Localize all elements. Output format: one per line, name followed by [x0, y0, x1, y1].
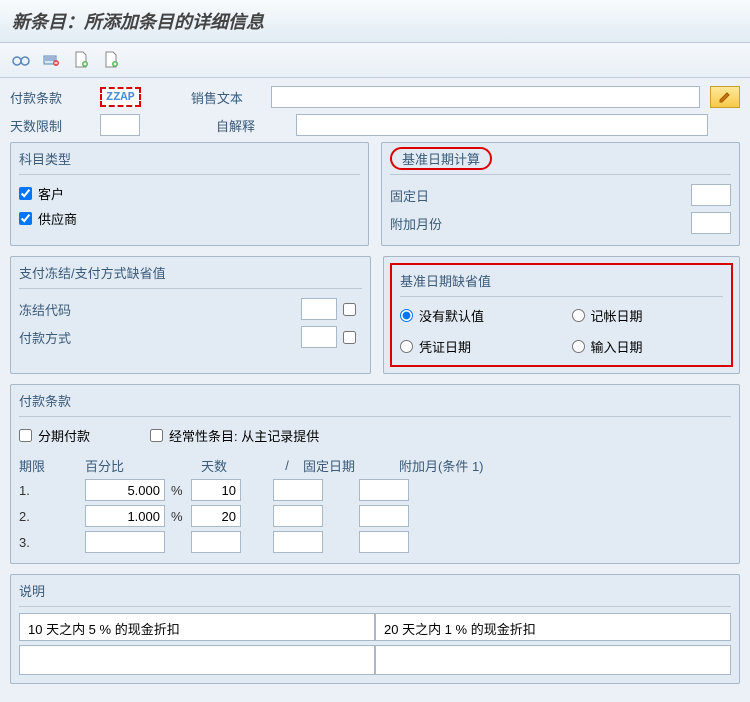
hdr-pct: 百分比	[85, 456, 175, 475]
terms-row: 3.	[19, 529, 731, 555]
glasses-icon[interactable]	[10, 49, 32, 71]
vendor-label: 供应商	[38, 209, 77, 228]
pay-method-check[interactable]	[343, 331, 356, 344]
fixed-day-label: 固定日	[390, 186, 470, 205]
hdr-slash: /	[277, 458, 297, 473]
fixed-day-input[interactable]	[691, 184, 731, 206]
terms-row: 2.%	[19, 503, 731, 529]
baseline-calc-title: 基准日期计算	[390, 147, 492, 170]
edit-button[interactable]	[710, 86, 740, 108]
new-doc-icon[interactable]	[70, 49, 92, 71]
hdr-fixed: 固定日期	[303, 456, 393, 475]
pct-input[interactable]	[85, 531, 165, 553]
addm-input[interactable]	[359, 531, 409, 553]
radio-no-default[interactable]: 没有默认值	[400, 303, 552, 328]
terms-row: 1.%	[19, 477, 731, 503]
day-limit-label: 天数限制	[10, 116, 90, 135]
customer-label: 客户	[38, 184, 64, 203]
days-input[interactable]	[191, 531, 241, 553]
block-code-label: 冻结代码	[19, 300, 99, 319]
day-limit-input[interactable]	[100, 114, 140, 136]
fixed-input[interactable]	[273, 479, 323, 501]
pct-input[interactable]	[85, 505, 165, 527]
desc-1b: 20 天之内 1 % 的现金折扣	[375, 613, 731, 641]
hdr-addm: 附加月(条件 1)	[399, 456, 539, 475]
account-type-title: 科目类型	[19, 147, 360, 175]
fixed-input[interactable]	[273, 505, 323, 527]
block-defaults-title: 支付冻结/支付方式缺省值	[19, 261, 362, 289]
add-month-input[interactable]	[691, 212, 731, 234]
pay-method-label: 付款方式	[19, 328, 99, 347]
payment-terms-label: 付款条款	[10, 88, 90, 107]
days-input[interactable]	[191, 505, 241, 527]
sales-text-input[interactable]	[271, 86, 700, 108]
customer-checkbox[interactable]	[19, 187, 32, 200]
hdr-days: 天数	[201, 456, 271, 475]
add-month-label: 附加月份	[390, 214, 470, 233]
block-code-input[interactable]	[301, 298, 337, 320]
radio-doc-date[interactable]: 凭证日期	[400, 334, 552, 359]
block-code-check[interactable]	[343, 303, 356, 316]
vendor-checkbox[interactable]	[19, 212, 32, 225]
description-group: 说明 10 天之内 5 % 的现金折扣 20 天之内 1 % 的现金折扣	[10, 574, 740, 684]
self-explain-label: 自解释	[216, 116, 286, 135]
recurring-checkbox[interactable]: 经常性条目: 从主记录提供	[150, 423, 319, 448]
radio-posting-date[interactable]: 记帐日期	[572, 303, 724, 328]
account-type-group: 科目类型 客户 供应商	[10, 142, 369, 246]
baseline-default-title: 基准日期缺省值	[400, 271, 723, 297]
payment-terms-group: 付款条款 分期付款 经常性条目: 从主记录提供 期限 百分比 天数 / 固定日期…	[10, 384, 740, 564]
desc-1a: 10 天之内 5 % 的现金折扣	[19, 613, 375, 641]
installment-checkbox[interactable]: 分期付款	[19, 423, 90, 448]
radio-entry-date[interactable]: 输入日期	[572, 334, 724, 359]
new-doc-plus-icon[interactable]	[100, 49, 122, 71]
row-num: 2.	[19, 509, 79, 524]
self-explain-input[interactable]	[296, 114, 708, 136]
fixed-input[interactable]	[273, 531, 323, 553]
row-delete-icon[interactable]	[40, 49, 62, 71]
days-input[interactable]	[191, 479, 241, 501]
page-title: 新条目：所添加条目的详细信息	[12, 8, 738, 34]
hdr-period: 期限	[19, 456, 79, 475]
description-title: 说明	[19, 579, 731, 607]
payment-terms-code[interactable]: ZZAP	[100, 87, 141, 107]
pct-input[interactable]	[85, 479, 165, 501]
addm-input[interactable]	[359, 505, 409, 527]
block-defaults-group: 支付冻结/支付方式缺省值 冻结代码 付款方式	[10, 256, 371, 374]
baseline-default-group: 基准日期缺省值 没有默认值 记帐日期 凭证日期 输入日期	[383, 256, 740, 374]
baseline-calc-group: 基准日期计算 固定日 附加月份	[381, 142, 740, 246]
pay-method-input[interactable]	[301, 326, 337, 348]
row-num: 3.	[19, 535, 79, 550]
sales-text-label: 销售文本	[191, 88, 261, 107]
desc-2b	[375, 645, 731, 675]
row-num: 1.	[19, 483, 79, 498]
addm-input[interactable]	[359, 479, 409, 501]
payment-terms-title: 付款条款	[19, 389, 731, 417]
toolbar	[0, 43, 750, 78]
desc-2a	[19, 645, 375, 675]
